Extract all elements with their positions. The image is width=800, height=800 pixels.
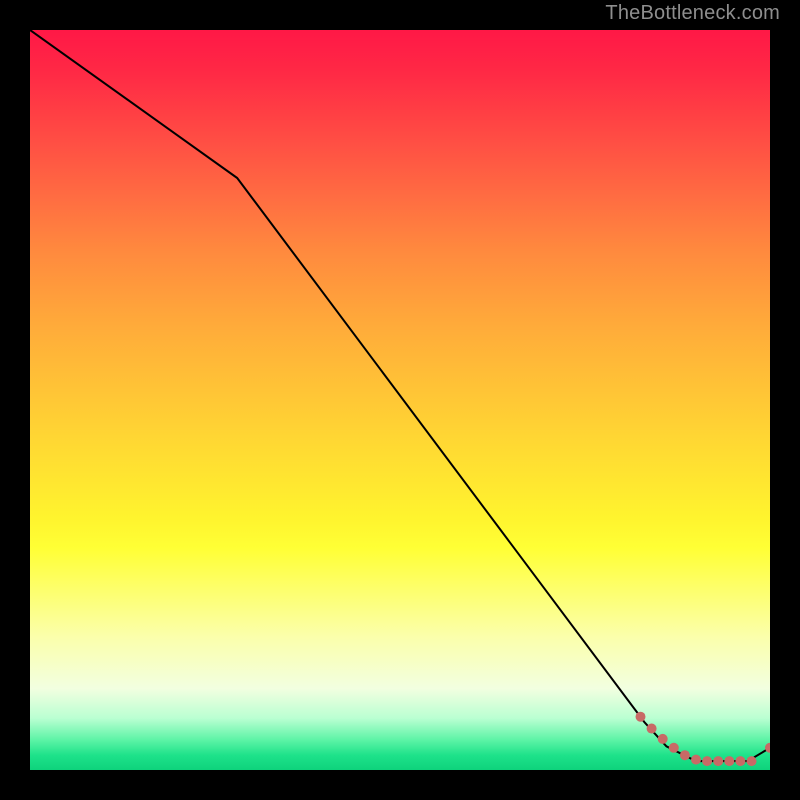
marker-layer	[636, 712, 771, 766]
attribution-label: TheBottleneck.com	[605, 2, 780, 25]
marker-dot	[747, 756, 757, 766]
marker-dot	[680, 750, 690, 760]
marker-dot	[636, 712, 646, 722]
marker-dot	[669, 743, 679, 753]
marker-dot	[713, 756, 723, 766]
marker-dot	[658, 734, 668, 744]
marker-dot	[702, 756, 712, 766]
plot-gradient-panel	[30, 30, 770, 770]
chart-svg	[30, 30, 770, 770]
marker-dot	[647, 724, 657, 734]
marker-dot	[735, 756, 745, 766]
chart-frame: TheBottleneck.com	[0, 0, 800, 800]
curve-line	[30, 30, 770, 761]
marker-dot	[691, 755, 701, 765]
marker-dot	[724, 756, 734, 766]
